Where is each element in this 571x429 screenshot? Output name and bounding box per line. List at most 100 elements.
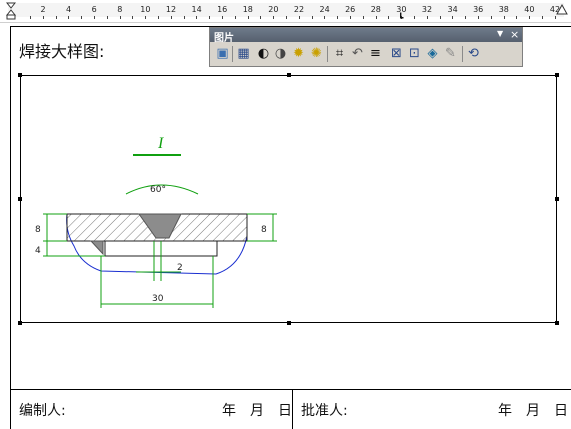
weld-detail-drawing: I 60° 2 8 4 8 30 bbox=[35, 135, 277, 308]
toolbar-options-icon[interactable]: ▼ bbox=[497, 29, 503, 38]
ruler-number: 10 bbox=[140, 5, 151, 14]
left-dimension-bottom: 4 bbox=[35, 246, 41, 256]
text-wrapping-icon[interactable]: ⊡ bbox=[406, 45, 423, 62]
resize-handle-top-left[interactable] bbox=[18, 73, 22, 77]
compress-pictures-icon[interactable]: ⊠ bbox=[388, 45, 405, 62]
left-dimension-top: 8 bbox=[35, 225, 41, 235]
ruler-tick bbox=[350, 16, 351, 19]
ruler-number: 14 bbox=[191, 5, 202, 14]
toolbar-separator bbox=[327, 46, 328, 62]
color-icon[interactable]: ▦ bbox=[235, 45, 252, 62]
resize-handle-bottom-right[interactable] bbox=[555, 321, 559, 325]
ruler-tick bbox=[234, 16, 236, 19]
ruler-number: 2 bbox=[40, 5, 46, 14]
ruler-number: 40 bbox=[524, 5, 535, 14]
ruler-tick bbox=[81, 16, 83, 19]
ruler-number: 34 bbox=[447, 5, 458, 14]
ruler-tick bbox=[183, 16, 185, 19]
ruler-tick bbox=[30, 16, 31, 19]
format-picture-icon[interactable]: ◈ bbox=[424, 45, 441, 62]
ruler-tick bbox=[196, 16, 198, 19]
picture-toolbar-title: 图片 bbox=[214, 33, 234, 44]
less-contrast-icon[interactable]: ◑ bbox=[272, 45, 289, 62]
ruler-number: 20 bbox=[268, 5, 279, 14]
prepared-by-label: 编制人: bbox=[19, 403, 66, 419]
width-dimension: 30 bbox=[152, 294, 164, 304]
ruler-number: 18 bbox=[242, 5, 253, 14]
ruler-tick bbox=[119, 16, 121, 19]
approved-by-label: 批准人: bbox=[301, 403, 348, 419]
resize-handle-top-center[interactable] bbox=[287, 73, 291, 77]
ruler-tick bbox=[503, 16, 505, 19]
resize-handle-top-right[interactable] bbox=[555, 73, 559, 77]
ruler-tick bbox=[465, 16, 467, 19]
picture-toolbar-titlebar[interactable]: 图片 ▼ × bbox=[210, 28, 522, 44]
selected-picture-frame[interactable]: I 60° 2 8 4 8 30 bbox=[20, 75, 557, 323]
ruler-tick bbox=[132, 16, 134, 19]
ruler-tick bbox=[516, 16, 518, 19]
right-dimension: 8 bbox=[261, 225, 267, 235]
ruler-tick bbox=[170, 16, 172, 19]
signature-row-divider bbox=[292, 389, 293, 429]
less-brightness-icon[interactable]: ✺ bbox=[308, 45, 325, 62]
more-contrast-icon[interactable]: ◐ bbox=[255, 45, 272, 62]
ruler-tick bbox=[55, 16, 57, 19]
resize-handle-middle-left[interactable] bbox=[18, 197, 22, 201]
rotate-left-icon[interactable]: ↶ bbox=[349, 45, 366, 62]
ruler-tick bbox=[158, 16, 159, 19]
ruler-number: 28 bbox=[370, 5, 381, 14]
ruler-number: 6 bbox=[91, 5, 97, 14]
approved-date: 年 月 日 bbox=[498, 403, 568, 419]
tab-stop-marker-icon[interactable]: ┗ bbox=[398, 14, 403, 24]
ruler-tick bbox=[106, 16, 108, 19]
ruler-tick bbox=[42, 16, 44, 19]
ruler-number: 38 bbox=[498, 5, 509, 14]
left-indent-marker-icon[interactable] bbox=[6, 2, 16, 20]
ruler-tick bbox=[247, 16, 249, 19]
resize-handle-bottom-left[interactable] bbox=[18, 321, 22, 325]
reset-picture-icon[interactable]: ⟲ bbox=[465, 45, 482, 62]
set-transparent-color-icon[interactable]: ✎ bbox=[442, 45, 459, 62]
ruler-tick bbox=[311, 16, 313, 19]
ruler-number: 16 bbox=[217, 5, 228, 14]
ruler-number: 8 bbox=[117, 5, 123, 14]
ruler-tick bbox=[273, 16, 275, 19]
line-style-icon[interactable]: ≡ bbox=[367, 45, 384, 62]
ruler-tick bbox=[324, 16, 326, 19]
ruler-tick bbox=[490, 16, 492, 19]
more-brightness-icon[interactable]: ✹ bbox=[290, 45, 307, 62]
crop-icon[interactable]: ⌗ bbox=[331, 45, 348, 62]
ruler-number: 30 bbox=[396, 5, 407, 14]
insert-picture-icon[interactable]: ▣ bbox=[214, 45, 231, 62]
ruler-tick bbox=[68, 16, 70, 19]
close-icon[interactable]: × bbox=[510, 28, 519, 42]
ruler-tick bbox=[94, 16, 95, 19]
angle-label: 60° bbox=[150, 185, 166, 195]
ruler-number: 32 bbox=[421, 5, 433, 14]
ruler-number: 36 bbox=[473, 5, 484, 14]
ruler-tick bbox=[478, 16, 479, 19]
ruler-tick bbox=[298, 16, 300, 19]
horizontal-ruler[interactable]: 2 4 6 8 10 12 14 16 18 20 22 24 26 28 30 32 34 36 38 40 42 ┗ bbox=[0, 0, 571, 24]
ruler-number: 22 bbox=[293, 5, 305, 14]
toolbar-separator bbox=[462, 46, 463, 62]
ruler-tick bbox=[452, 16, 454, 19]
ruler-number: 12 bbox=[165, 5, 177, 14]
ruler-tick bbox=[209, 16, 211, 19]
picture-toolbar[interactable]: 图片 ▼ × ▣ ▦ ◐ ◑ ✹ ✺ ⌗ ↶ ≡ ⊠ ⊡ ◈ ✎ ⟲ bbox=[209, 27, 523, 67]
resize-handle-middle-right[interactable] bbox=[555, 197, 559, 201]
ruler-number: 4 bbox=[66, 5, 72, 14]
toolbar-separator bbox=[232, 46, 233, 62]
ruler-tick bbox=[362, 16, 364, 19]
section-mark: I bbox=[157, 135, 164, 152]
ruler-tick bbox=[542, 16, 543, 19]
right-indent-marker-icon[interactable] bbox=[556, 4, 568, 16]
signature-row-line bbox=[10, 389, 571, 390]
ruler-tick bbox=[222, 16, 223, 19]
welding-detail-heading: 焊接大样图: bbox=[19, 42, 105, 61]
ruler-tick bbox=[145, 16, 147, 19]
gap-dimension: 2 bbox=[177, 263, 183, 273]
resize-handle-bottom-center[interactable] bbox=[287, 321, 291, 325]
ruler-tick bbox=[554, 16, 556, 19]
ruler-tick bbox=[414, 16, 415, 19]
